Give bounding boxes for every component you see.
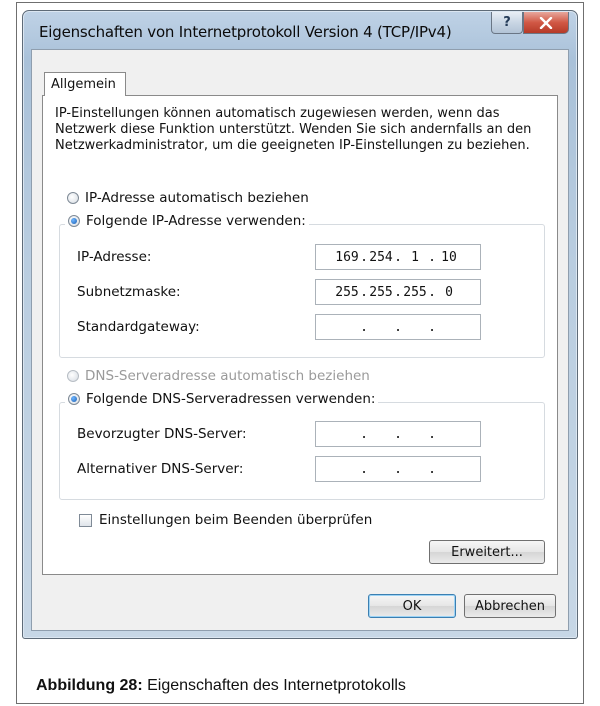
dot-separator: . (428, 284, 436, 300)
ip-auto-label: IP-Adresse automatisch beziehen (85, 190, 309, 206)
octet: 10 (441, 249, 457, 265)
dot-separator: . (428, 426, 436, 442)
dot-separator: . (428, 319, 436, 335)
subnet-mask-field[interactable]: 255. 255. 255. 0 (315, 279, 481, 305)
default-gateway-label: Standardgateway: (77, 319, 200, 335)
ip-auto-radio[interactable]: IP-Adresse automatisch beziehen (67, 190, 309, 206)
ip-manual-radio[interactable]: Folgende IP-Adresse verwenden: (65, 213, 309, 229)
octet: 0 (445, 284, 453, 300)
dns-auto-label: DNS-Serveradresse automatisch beziehen (85, 368, 370, 384)
dns-manual-radio[interactable]: Folgende DNS-Serveradressen verwenden: (65, 391, 379, 407)
question-icon: ? (503, 15, 511, 30)
default-gateway-field[interactable]: . . . (315, 314, 481, 340)
tab-panel-allgemein: IP-Einstellungen können automatisch zuge… (42, 95, 558, 575)
octet: 255 (403, 284, 427, 300)
ok-button[interactable]: OK (368, 594, 456, 618)
octet: 254 (369, 249, 393, 265)
close-icon (539, 16, 553, 29)
close-button[interactable] (523, 12, 569, 34)
description-text: IP-Einstellungen können automatisch zuge… (55, 106, 532, 153)
dot-separator: . (394, 461, 402, 477)
alternate-dns-field[interactable]: . . . (315, 456, 481, 482)
preferred-dns-label: Bevorzugter DNS-Server: (77, 426, 247, 442)
dot-separator: . (394, 249, 402, 265)
dns-manual-label: Folgende DNS-Serveradressen verwenden: (86, 391, 376, 407)
dot-separator: . (360, 461, 368, 477)
validate-on-exit-label: Einstellungen beim Beenden überprüfen (99, 512, 373, 528)
ip-address-field[interactable]: 169. 254. 1. 10 (315, 244, 481, 270)
dot-separator: . (360, 426, 368, 442)
dns-settings-group (59, 402, 545, 500)
tab-allgemein[interactable]: Allgemein (44, 72, 126, 96)
ip-manual-label: Folgende IP-Adresse verwenden: (86, 213, 306, 229)
radio-button-selected (68, 393, 80, 405)
dot-separator: . (360, 249, 368, 265)
dot-separator: . (428, 249, 436, 265)
dialog-client-area: Allgemein IP-Einstellungen können automa… (31, 49, 569, 631)
dot-separator: . (394, 319, 402, 335)
tab-label: Allgemein (51, 77, 116, 92)
octet: 255 (335, 284, 359, 300)
caption-text: Eigenschaften des Internetprotokolls (142, 677, 406, 694)
radio-button-selected (68, 215, 80, 227)
octet: 1 (411, 249, 419, 265)
cancel-button[interactable]: Abbrechen (464, 594, 556, 618)
alternate-dns-label: Alternativer DNS-Server: (77, 461, 244, 477)
help-button[interactable]: ? (491, 12, 523, 34)
radio-button-disabled (67, 370, 79, 382)
radio-button (67, 192, 79, 204)
dot-separator: . (360, 284, 368, 300)
dialog-title: Eigenschaften von Internetprotokoll Vers… (39, 23, 452, 41)
ip-address-label: IP-Adresse: (77, 249, 152, 265)
preferred-dns-field[interactable]: . . . (315, 421, 481, 447)
advanced-button[interactable]: Erweitert... (429, 540, 545, 564)
dialog-window: Eigenschaften von Internetprotokoll Vers… (22, 10, 578, 639)
subnet-mask-label: Subnetzmaske: (77, 284, 181, 300)
dot-separator: . (394, 426, 402, 442)
octet: 169 (335, 249, 359, 265)
dns-auto-radio[interactable]: DNS-Serveradresse automatisch beziehen (67, 368, 370, 384)
dot-separator: . (428, 461, 436, 477)
dot-separator: . (394, 284, 402, 300)
caption-prefix: Abbildung 28: (36, 677, 143, 694)
figure-caption: Abbildung 28: Eigenschaften des Internet… (36, 677, 406, 695)
dot-separator: . (360, 319, 368, 335)
validate-on-exit-checkbox[interactable] (79, 514, 92, 527)
octet: 255 (369, 284, 393, 300)
